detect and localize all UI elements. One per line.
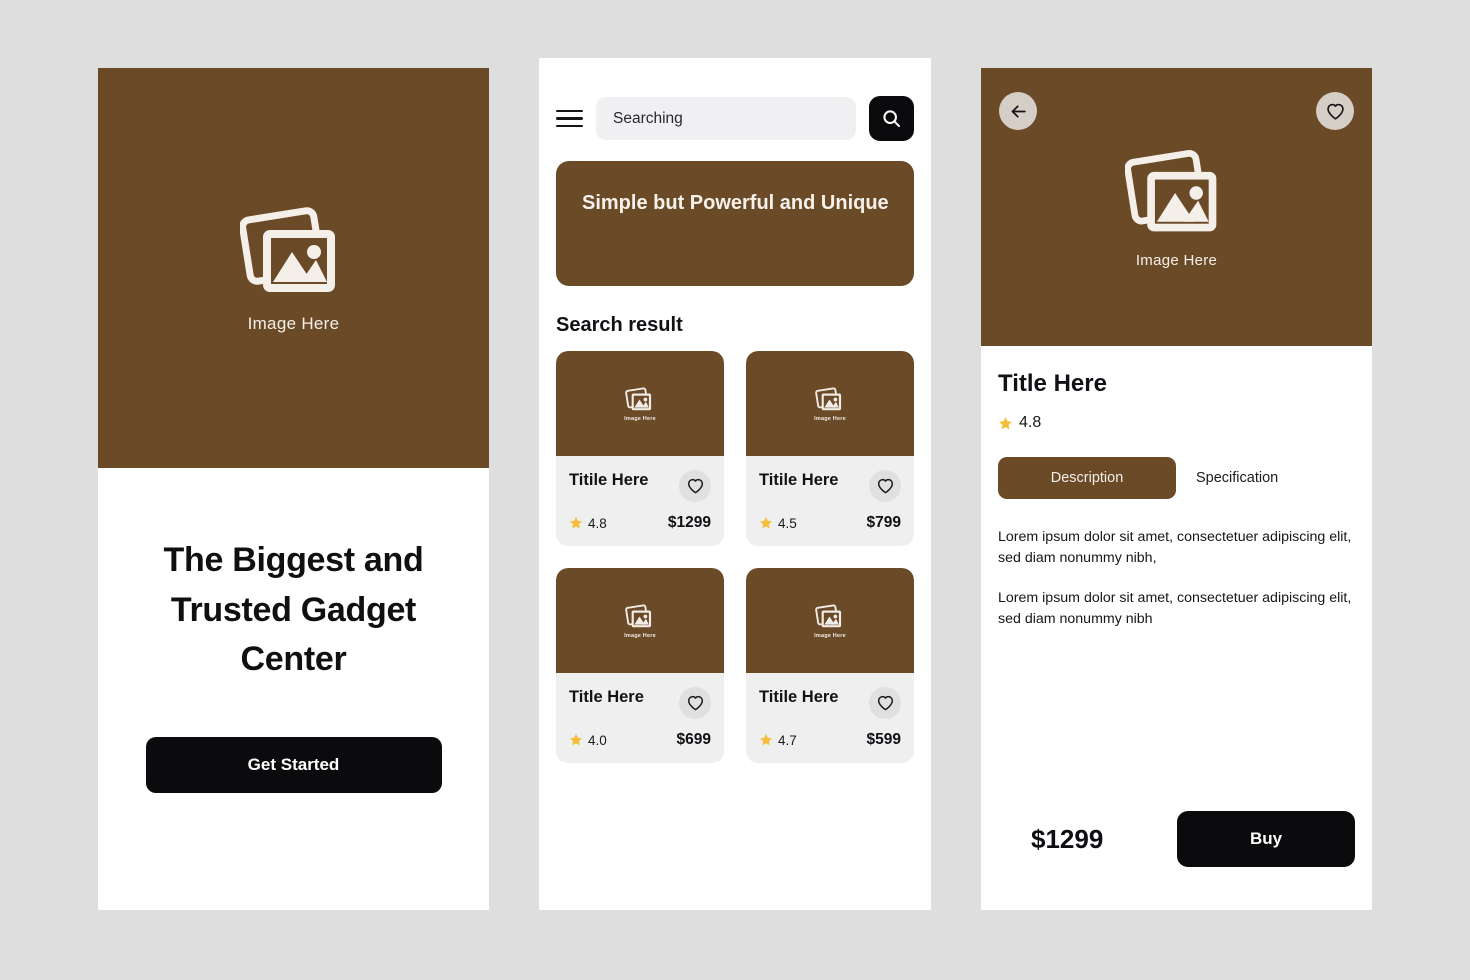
search-button[interactable] xyxy=(869,96,914,141)
product-price: $599 xyxy=(866,731,901,748)
page-title: Title Here xyxy=(998,370,1107,397)
product-card[interactable]: Image Here Titile Here xyxy=(746,568,914,763)
product-image-label: Image Here xyxy=(814,632,846,639)
search-icon xyxy=(883,110,901,128)
product-image: Image Here xyxy=(746,568,914,673)
detail-body: Title Here 4.8 Description Specification… xyxy=(981,346,1372,910)
favorite-button[interactable] xyxy=(869,470,901,502)
product-image-label: Image Here xyxy=(624,415,656,422)
image-placeholder-label: Image Here xyxy=(247,314,340,333)
image-placeholder-icon xyxy=(1124,150,1216,232)
product-card-body: Titile Here 4.8 $1299 xyxy=(556,456,724,546)
heart-icon xyxy=(1326,103,1344,120)
product-rating: 4.0 xyxy=(569,733,607,748)
product-title: Titile Here xyxy=(759,471,839,489)
product-title: Titile Here xyxy=(569,471,649,489)
product-title: Titile Here xyxy=(759,688,839,706)
promo-banner[interactable]: Simple but Powerful and Unique xyxy=(556,161,914,286)
hamburger-icon[interactable] xyxy=(556,106,583,132)
screen-search: Simple but Powerful and Unique Search re… xyxy=(539,58,931,910)
star-icon xyxy=(999,416,1012,429)
product-price: $799 xyxy=(866,514,901,531)
description-paragraph: Lorem ipsum dolor sit amet, consectetuer… xyxy=(998,589,1352,627)
heart-icon xyxy=(877,695,893,711)
detail-purchase-bar: $1299 Buy xyxy=(998,811,1355,867)
product-rating-value: 4.8 xyxy=(588,515,607,531)
page-title: The Biggest and Trusted Gadget Center xyxy=(163,541,424,679)
product-title: Title Here xyxy=(569,688,644,706)
favorite-button[interactable] xyxy=(869,687,901,719)
image-placeholder: Image Here xyxy=(239,202,348,334)
product-rating-value: 4.5 xyxy=(778,515,797,531)
product-price: $699 xyxy=(676,731,711,748)
image-placeholder-icon xyxy=(625,603,652,627)
mockup-canvas: Image Here The Biggest and Trusted Gadge… xyxy=(0,0,1470,980)
image-placeholder-icon xyxy=(625,386,652,410)
favorite-button[interactable] xyxy=(679,687,711,719)
product-image-label: Image Here xyxy=(624,632,656,639)
tab-description[interactable]: Description xyxy=(998,457,1176,499)
star-icon xyxy=(760,733,772,746)
screen-onboarding: Image Here The Biggest and Trusted Gadge… xyxy=(98,68,489,910)
search-input[interactable] xyxy=(596,97,856,140)
product-image-label: Image Here xyxy=(814,415,846,422)
image-placeholder-label: Image Here xyxy=(1135,252,1218,269)
detail-rating: 4.8 xyxy=(998,414,1355,432)
detail-tabs: Description Specification xyxy=(998,457,1355,499)
product-rating: 4.8 xyxy=(569,516,607,531)
product-card-body: Titile Here 4.7 $599 xyxy=(746,673,914,763)
image-placeholder-icon xyxy=(815,386,842,410)
star-icon xyxy=(760,516,772,529)
product-rating: 4.5 xyxy=(759,516,797,531)
product-rating: 4.7 xyxy=(759,733,797,748)
detail-rating-value: 4.8 xyxy=(1019,414,1042,431)
detail-price: $1299 xyxy=(1031,823,1104,854)
detail-hero: Image Here xyxy=(981,68,1372,346)
star-icon xyxy=(570,733,582,746)
onboarding-hero: Image Here xyxy=(98,68,489,468)
onboarding-body: The Biggest and Trusted Gadget Center Ge… xyxy=(98,468,489,910)
description-paragraph: Lorem ipsum dolor sit amet, consectetuer… xyxy=(998,529,1352,567)
product-card[interactable]: Image Here Titile Here xyxy=(746,351,914,546)
detail-description: Lorem ipsum dolor sit amet, consectetuer… xyxy=(998,527,1355,630)
product-card[interactable]: Image Here Title Here 4.0 $699 xyxy=(556,568,724,763)
product-card[interactable]: Image Here Titile Here xyxy=(556,351,724,546)
product-image: Image Here xyxy=(556,351,724,456)
product-price: $1299 xyxy=(667,514,711,531)
search-result-heading: Search result xyxy=(556,314,683,336)
star-icon xyxy=(570,516,582,529)
tab-specification[interactable]: Specification xyxy=(1176,457,1298,499)
product-rating-value: 4.0 xyxy=(588,732,607,748)
product-image: Image Here xyxy=(746,351,914,456)
image-placeholder: Image Here xyxy=(1124,145,1229,269)
product-image: Image Here xyxy=(556,568,724,673)
heart-icon xyxy=(877,478,893,494)
search-toolbar xyxy=(556,96,914,141)
product-card-body: Title Here 4.0 $699 xyxy=(556,673,724,763)
favorite-button[interactable] xyxy=(679,470,711,502)
get-started-button[interactable]: Get Started xyxy=(145,736,442,793)
product-rating-value: 4.7 xyxy=(778,732,797,748)
heart-icon xyxy=(687,478,703,494)
image-placeholder-icon xyxy=(239,207,335,292)
arrow-left-icon xyxy=(1011,104,1026,118)
screen-product-detail: Image Here Title Here 4.8 Description Sp… xyxy=(981,68,1372,910)
product-card-body: Titile Here 4.5 $799 xyxy=(746,456,914,546)
buy-button[interactable]: Buy xyxy=(1177,811,1355,867)
image-placeholder-icon xyxy=(815,603,842,627)
favorite-button[interactable] xyxy=(1316,92,1354,130)
heart-icon xyxy=(687,695,703,711)
back-button[interactable] xyxy=(999,92,1037,130)
product-grid: Image Here Titile Here 4.8 $1299 Image H… xyxy=(556,351,914,763)
